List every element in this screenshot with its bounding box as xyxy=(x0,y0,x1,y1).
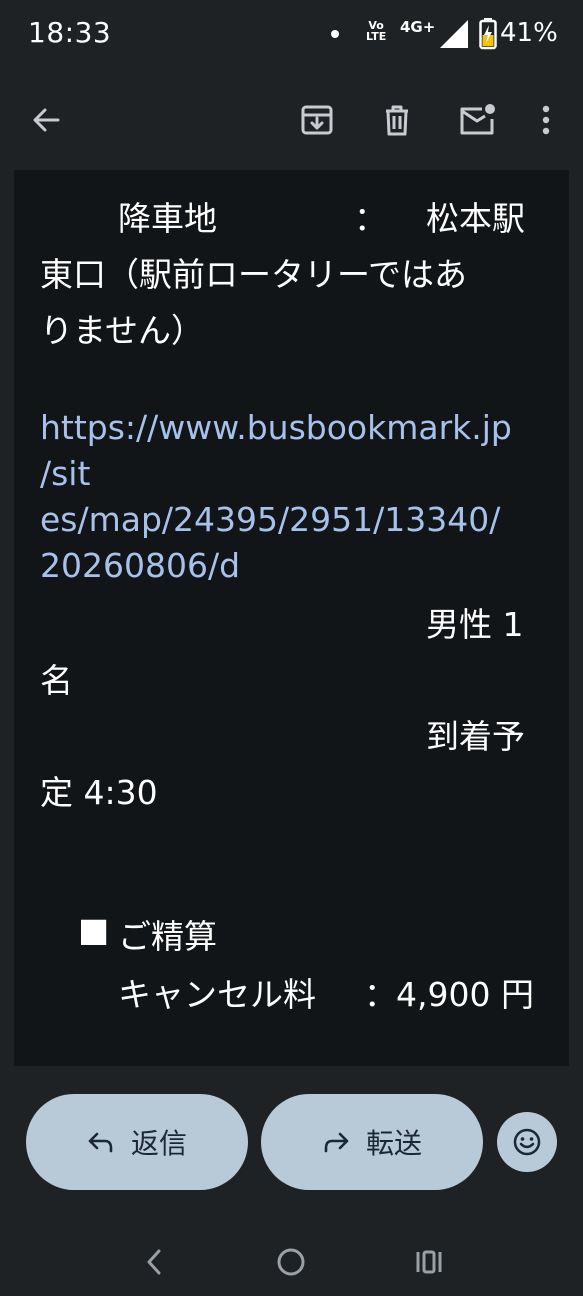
nav-recents-icon[interactable] xyxy=(407,1240,451,1284)
status-time: 18:33 xyxy=(28,16,112,49)
reply-actions: 返信 転送 xyxy=(0,1066,583,1230)
passenger-count-line1: 男性 1 xyxy=(426,605,524,644)
battery-icon xyxy=(479,18,497,50)
cancel-fee-colon: ： xyxy=(364,975,397,1014)
dropoff-detail-line1: 東口（駅前ロータリーではあ xyxy=(40,255,468,294)
arrival-line2: 定 4:30 xyxy=(40,773,158,812)
more-vert-icon[interactable] xyxy=(522,96,570,144)
arrival-line1: 到着予 xyxy=(426,717,525,756)
reply-button[interactable]: 返信 xyxy=(26,1094,248,1190)
dropoff-detail-line2: りません） xyxy=(40,311,205,350)
volte-lte: LTE xyxy=(366,30,387,43)
archive-icon[interactable] xyxy=(293,96,341,144)
mail-body: 降車地 ： 松本駅 東口（駅前ロータリーではあ りません） https://ww… xyxy=(14,170,569,1066)
cancel-fee-value: 4,900 円 xyxy=(396,975,534,1014)
mail-toolbar xyxy=(0,70,583,170)
map-link-line4[interactable]: 20260806/d xyxy=(40,546,544,585)
forward-button[interactable]: 転送 xyxy=(261,1094,483,1190)
map-link-line2[interactable]: /sit xyxy=(40,454,544,493)
forward-label: 転送 xyxy=(365,1127,422,1160)
system-nav-bar xyxy=(0,1230,583,1296)
section-title: ご精算 xyxy=(118,917,217,956)
trash-icon[interactable] xyxy=(373,96,421,144)
emoji-reaction-button[interactable] xyxy=(497,1112,557,1172)
notification-dot-icon xyxy=(331,30,339,38)
volte-icon: Vo LTE xyxy=(366,20,386,42)
map-link-line3[interactable]: es/map/24395/2951/13340/ xyxy=(40,500,544,539)
dropoff-value: 松本駅 xyxy=(426,199,525,238)
status-bar: 18:33 Vo LTE 4G+ 41% xyxy=(0,0,583,70)
network-type: 4G+ xyxy=(400,18,436,36)
forward-icon xyxy=(324,1132,349,1153)
dropoff-colon: ： xyxy=(354,199,387,238)
battery-percent: 41% xyxy=(500,18,558,48)
reply-label: 返信 xyxy=(130,1127,187,1160)
emoji-smile-icon xyxy=(513,1128,541,1156)
nav-home-icon[interactable] xyxy=(269,1240,313,1284)
mark-unread-icon[interactable] xyxy=(453,96,501,144)
map-link-line1[interactable]: https://www.busbookmark.jp xyxy=(40,408,544,447)
passenger-count-line2: 名 xyxy=(40,661,73,700)
arrow-back-icon[interactable] xyxy=(22,96,70,144)
nav-back-icon[interactable] xyxy=(132,1240,176,1284)
signal-icon xyxy=(440,20,468,48)
reply-icon xyxy=(88,1132,113,1153)
cancel-fee-label: キャンセル料 xyxy=(118,975,316,1014)
section-marker: ■ xyxy=(78,910,110,949)
